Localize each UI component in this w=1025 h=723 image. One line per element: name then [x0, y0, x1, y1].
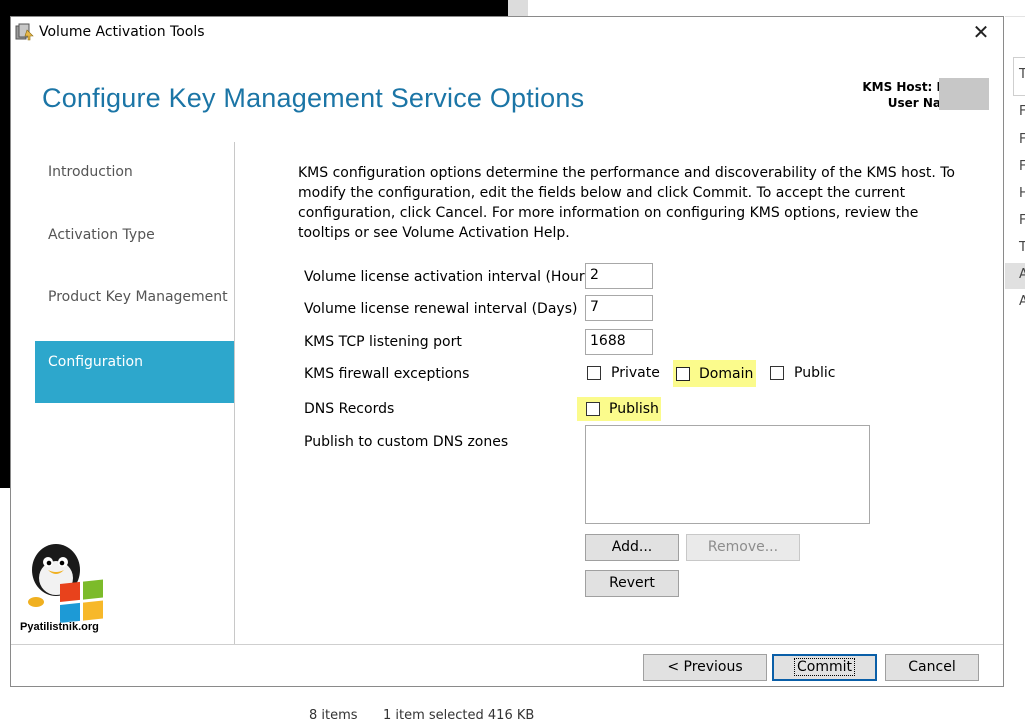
explorer-letter: F: [1019, 213, 1025, 228]
background-desktop: [0, 0, 10, 488]
public-checkbox-box[interactable]: [770, 366, 784, 380]
title-bar: Volume Activation Tools ✕: [11, 17, 1003, 47]
nav-item-configuration[interactable]: Configuration: [35, 341, 234, 403]
explorer-letter: F: [1019, 159, 1025, 174]
volume-activation-app-icon: [15, 23, 34, 41]
window-title: Volume Activation Tools: [39, 24, 205, 40]
explorer-letter: F: [1019, 104, 1025, 119]
explorer-letter: A: [1019, 267, 1025, 282]
explorer-letter: A: [1019, 294, 1025, 309]
private-checkbox-box[interactable]: [587, 366, 601, 380]
background-desktop-top: [0, 0, 508, 17]
publish-checkbox-box[interactable]: [586, 402, 600, 416]
domain-checkbox[interactable]: Domain: [673, 360, 756, 387]
private-checkbox[interactable]: Private: [587, 361, 660, 385]
previous-button[interactable]: < Previous: [643, 654, 767, 681]
background-explorer-pane: T F F F H F T A A: [1005, 0, 1025, 719]
remove-button[interactable]: Remove...: [686, 534, 800, 561]
kms-host-label: KMS Host: I: [862, 80, 941, 94]
description-text: KMS configuration options determine the …: [298, 165, 956, 241]
explorer-letter: T: [1019, 240, 1025, 255]
commit-button[interactable]: Commit: [772, 654, 877, 681]
page-title: Configure Key Management Service Options: [42, 83, 585, 113]
pyatilistnik-logo-text: Pyatilistnik.org: [20, 621, 99, 633]
close-icon[interactable]: ✕: [967, 20, 995, 44]
nav-divider: [234, 142, 235, 644]
publish-checkbox[interactable]: Publish: [577, 397, 661, 421]
public-checkbox-label: Public: [794, 365, 836, 381]
tcp-port-label: KMS TCP listening port: [304, 334, 462, 350]
redacted-host-block: [939, 78, 989, 110]
tcp-port-input[interactable]: 1688: [585, 329, 653, 355]
nav-item-activation-type[interactable]: Activation Type: [35, 214, 234, 276]
commit-button-label: Commit: [794, 658, 855, 676]
status-item-count: 8 items: [309, 708, 358, 723]
background-status-bar: 8 items 1 item selected 416 KB: [290, 688, 1005, 723]
background-window-edge: [508, 0, 528, 17]
domain-checkbox-label: Domain: [699, 365, 754, 382]
volume-activation-dialog: Volume Activation Tools ✕ Configure Key …: [10, 16, 1004, 687]
custom-dns-zones-list[interactable]: [585, 425, 870, 524]
cancel-button[interactable]: Cancel: [885, 654, 979, 681]
renewal-interval-label: Volume license renewal interval (Days): [304, 301, 578, 317]
publish-checkbox-label: Publish: [609, 401, 659, 417]
status-selection: 1 item selected 416 KB: [383, 708, 535, 723]
kms-host-info: KMS Host: I User Na: [841, 79, 941, 111]
dns-records-label: DNS Records: [304, 401, 395, 417]
user-name-label: User Na: [887, 96, 941, 110]
custom-dns-zones-label: Publish to custom DNS zones: [304, 434, 509, 450]
domain-checkbox-box[interactable]: [676, 366, 690, 381]
add-button[interactable]: Add...: [585, 534, 679, 561]
private-checkbox-label: Private: [611, 365, 660, 381]
nav-item-product-key-management[interactable]: Product Key Management: [35, 276, 234, 338]
public-checkbox[interactable]: Public: [770, 361, 835, 385]
explorer-letter: T: [1019, 67, 1025, 82]
explorer-letter: H: [1019, 186, 1025, 201]
activation-interval-input[interactable]: 2: [585, 263, 653, 289]
explorer-letter: F: [1019, 132, 1025, 147]
firewall-exceptions-label: KMS firewall exceptions: [304, 366, 470, 382]
renewal-interval-input[interactable]: 7: [585, 295, 653, 321]
footer-divider: [11, 644, 1003, 645]
revert-button[interactable]: Revert: [585, 570, 679, 597]
nav-item-introduction[interactable]: Introduction: [35, 151, 234, 213]
activation-interval-label: Volume license activation interval (Hour…: [304, 269, 598, 285]
